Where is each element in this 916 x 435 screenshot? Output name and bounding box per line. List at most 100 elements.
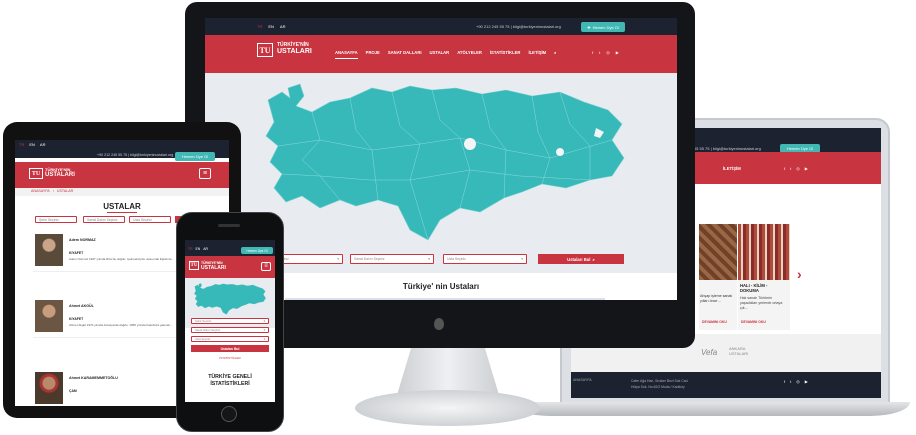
phone-craftsman-select[interactable]: Usta Seçiniz ▾: [191, 336, 269, 342]
nav-proje[interactable]: PROJE: [366, 50, 380, 59]
tablet-logo[interactable]: TU: [29, 168, 43, 179]
twitter-icon[interactable]: t: [599, 50, 600, 55]
craftsman-desc: Adem Normaz 1967 yılında Rize'de doğdu. …: [69, 257, 175, 261]
breadcrumb-home[interactable]: ANASAYFA: [31, 189, 50, 193]
language-switcher: TR EN AR: [257, 24, 285, 29]
laptop-card-left: [699, 224, 737, 280]
laptop-social-icons: f t ◎ ▶: [784, 166, 808, 171]
header-social-icons: f t ◎ ▶: [592, 50, 619, 55]
footer-nav-link[interactable]: ANASAYFA: [573, 378, 592, 382]
apple-logo-icon: [434, 318, 444, 330]
tablet-art-select[interactable]: Sanat Dalını Seçiniz: [83, 216, 125, 223]
footer-address-line2: Hülya Sok. No:62/2 Moda / Kadıköy: [631, 385, 685, 389]
youtube-icon[interactable]: ▶: [805, 379, 808, 384]
chevron-down-icon: ▾: [428, 257, 430, 261]
logo-line2: USTALARI: [277, 48, 312, 55]
facebook-icon[interactable]: f: [784, 166, 785, 171]
hamburger-menu-icon[interactable]: ≡: [199, 168, 211, 179]
lang-en[interactable]: EN: [29, 142, 35, 147]
tablet-city-select[interactable]: Şehir Seçiniz: [35, 216, 77, 223]
user-plus-icon: ✚: [587, 24, 591, 30]
tablet-contact: +90 212 245 55 75 | bilgi@turkiyeninusta…: [97, 153, 174, 157]
laptop-card-left-desc: Ahşap işleme sanatı yılları önce ...: [700, 294, 733, 303]
art-select[interactable]: Sanat Dalını Seçiniz ▾: [350, 254, 434, 264]
laptop-nav-item[interactable]: İLETİŞİM: [723, 166, 741, 171]
laptop-card-left-button[interactable]: DEVAMINI OKU: [702, 320, 727, 324]
facebook-icon[interactable]: f: [784, 379, 785, 384]
chevron-down-icon: ▾: [337, 257, 339, 261]
nav-atolyeler[interactable]: ATÖLYELER: [457, 50, 482, 59]
laptop-card-image: [738, 224, 790, 280]
phone-art-select[interactable]: Sanat Dalını Seçiniz ▾: [191, 327, 269, 333]
laptop-card-title: HALI - KİLİM - DOKUMA: [740, 283, 768, 293]
find-craftsmen-button[interactable]: Ustaları Bul ⌕: [538, 254, 624, 264]
craftsman-photo: [35, 300, 63, 332]
craftsman-photo: [35, 372, 63, 404]
phone-city-select[interactable]: Şehir Seçiniz ▾: [191, 318, 269, 324]
main-nav: ANASAYFA PROJE SANAT DALLARI USTALAR ATÖ…: [335, 50, 557, 59]
footer-social-icons: f t ◎ ▶: [784, 379, 808, 384]
lang-tr[interactable]: TR: [188, 247, 193, 251]
twitter-icon[interactable]: t: [790, 166, 791, 171]
hamburger-menu-icon[interactable]: ≡: [261, 262, 271, 271]
chevron-right-icon[interactable]: ›: [797, 266, 802, 282]
turkey-map[interactable]: [260, 80, 630, 245]
lang-ar[interactable]: AR: [40, 142, 46, 147]
phone-stats-title-1: TÜRKİYE GENELİ: [208, 374, 252, 380]
lang-en[interactable]: EN: [196, 247, 201, 251]
instagram-icon[interactable]: ◎: [796, 379, 800, 384]
search-icon[interactable]: ⌕: [554, 50, 556, 59]
lang-tr[interactable]: TR: [257, 24, 262, 29]
nav-istatistikler[interactable]: İSTATİSTİKLER: [490, 50, 521, 59]
phone-turkey-map[interactable]: [193, 282, 267, 316]
phone-speaker: [218, 224, 240, 227]
laptop-card-button[interactable]: DEVAMINI OKU: [741, 320, 766, 324]
site-logo[interactable]: TU: [257, 43, 273, 57]
laptop-card-desc: Halı sanatı Türklerin yaşadıkları yerler…: [740, 296, 783, 310]
nav-sanat-dallari[interactable]: SANAT DALLARI: [388, 50, 422, 59]
footer-address-line1: Cafer Ağa Han, Sıraker Bezi Sok Cad.: [631, 379, 689, 383]
phone-find-button[interactable]: Ustaları Bul: [191, 345, 269, 352]
contact-info: +90 212 245 55 75 | bilgi@turkiyeninusta…: [476, 24, 561, 29]
monitor-stand: [397, 345, 499, 393]
craftsman-craft: KIYAFET: [69, 251, 84, 255]
youtube-icon[interactable]: ▶: [616, 50, 619, 55]
lang-tr[interactable]: TR: [19, 142, 24, 147]
instagram-icon[interactable]: ◎: [796, 166, 800, 171]
craftsman-name[interactable]: Ahmet KARAMEMMETOĞLU: [69, 376, 118, 380]
facebook-icon[interactable]: f: [592, 50, 593, 55]
craftsman-photo: [35, 234, 63, 266]
partner-logo-ankara: ANKARA USTALARI: [729, 346, 749, 356]
tablet-craftsman-select[interactable]: Usta Seçiniz: [129, 216, 171, 223]
tablet-logo-line2: USTALARI: [45, 172, 75, 178]
craftsman-name[interactable]: Adem NORMAZ: [69, 238, 96, 242]
twitter-icon[interactable]: t: [790, 379, 791, 384]
phone-stats-link[interactable]: İSTATİSTİKLER: [185, 356, 275, 360]
craftsman-name[interactable]: Ahmet AKGÜL: [69, 304, 94, 308]
monitor-stand-base: [355, 390, 540, 426]
nav-ustalar[interactable]: USTALAR: [430, 50, 450, 59]
youtube-icon[interactable]: ▶: [805, 166, 808, 171]
lang-ar[interactable]: AR: [280, 24, 286, 29]
phone-screen: TR EN AR Hemen Üye Ol TU TÜRKİYE'NİN UST…: [185, 240, 275, 402]
nav-anasayfa[interactable]: ANASAYFA: [335, 50, 358, 59]
partner-logo-vefa: Vefa: [701, 348, 718, 357]
phone-logo-line2: USTALARI: [201, 265, 226, 271]
craftsman-craft: ÇAM: [69, 389, 77, 393]
laptop-base: [510, 402, 910, 416]
craftsman-craft: KIYAFET: [69, 317, 84, 321]
nav-iletisim[interactable]: İLETİŞİM: [528, 50, 546, 59]
breadcrumb-current: USTALAR: [56, 189, 74, 193]
search-icon: ⌕: [592, 256, 595, 262]
chevron-down-icon: ▾: [521, 257, 523, 261]
phone-signup-button[interactable]: Hemen Üye Ol: [241, 247, 273, 254]
lang-ar[interactable]: AR: [203, 247, 208, 251]
craftsman-select[interactable]: Usta Seçiniz ▾: [443, 254, 527, 264]
lang-en[interactable]: EN: [268, 24, 274, 29]
phone-logo[interactable]: TU: [189, 261, 199, 270]
signup-button[interactable]: ✚ Hemen Üye Ol: [581, 22, 625, 32]
craftsman-desc: Ahmet Akgül 1970 yılında Amasya'da doğdu…: [69, 323, 173, 327]
instagram-icon[interactable]: ◎: [606, 50, 610, 55]
tablet-signup-button[interactable]: Hemen Üye Ol: [175, 152, 215, 161]
phone-home-button[interactable]: [221, 406, 237, 422]
